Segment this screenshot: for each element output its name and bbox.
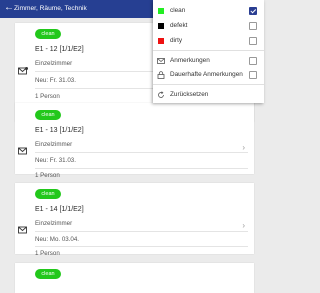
menu-divider bbox=[153, 50, 264, 51]
status-color-swatch bbox=[158, 8, 164, 14]
filter-item-label: defekt bbox=[170, 22, 188, 29]
envelope-with-badge-icon[interactable] bbox=[18, 67, 28, 75]
status-color-swatch bbox=[158, 23, 164, 29]
checkbox[interactable] bbox=[249, 22, 257, 30]
room-date: Neu: Mo. 03.04. bbox=[35, 236, 80, 243]
status-badge: clean bbox=[35, 189, 61, 199]
room-name: E1 - 12 [1/1/E2] bbox=[35, 46, 84, 53]
filter-item-clean[interactable]: clean bbox=[153, 4, 264, 18]
reset-label: Zurücksetzen bbox=[170, 91, 209, 98]
room-card[interactable]: clean E1 - 13 [1/1/E2] Einzelzimmer Neu:… bbox=[15, 103, 254, 179]
divider bbox=[35, 168, 248, 169]
filter-item-label: Dauerhafte Anmerkungen bbox=[170, 71, 243, 78]
divider bbox=[35, 152, 248, 153]
chevron-right-icon[interactable]: › bbox=[242, 221, 245, 230]
room-name: E1 - 14 [1/1/E2] bbox=[35, 206, 84, 213]
envelope-icon bbox=[157, 58, 165, 64]
filter-item-defekt[interactable]: defekt bbox=[153, 19, 264, 33]
back-arrow-icon[interactable]: ← bbox=[4, 3, 14, 13]
room-type: Einzelzimmer bbox=[35, 60, 73, 67]
filter-item-label: Anmerkungen bbox=[170, 57, 210, 64]
refresh-icon bbox=[158, 91, 164, 98]
room-name: E1 - 13 [1/1/E2] bbox=[35, 127, 84, 134]
page-title: Zimmer, Räume, Technik bbox=[14, 5, 87, 12]
checkbox[interactable] bbox=[249, 37, 257, 45]
filter-item-label: clean bbox=[170, 7, 186, 14]
checkbox[interactable] bbox=[249, 57, 257, 65]
status-badge: clean bbox=[35, 29, 61, 39]
status-color-swatch bbox=[158, 38, 164, 44]
room-persons: 1 Person bbox=[35, 93, 60, 100]
filter-menu: clean defekt dirty Anmerkungen Dauerhaft… bbox=[153, 0, 264, 103]
room-card[interactable]: clean E1 - 14 [1/1/E2] Einzelzimmer Neu:… bbox=[15, 183, 254, 257]
reset-filter-item[interactable]: Zurücksetzen bbox=[153, 88, 264, 102]
room-date: Neu: Fr. 31.03. bbox=[35, 157, 76, 164]
divider bbox=[35, 231, 248, 232]
room-type: Einzelzimmer bbox=[35, 220, 73, 227]
filter-item-annotations[interactable]: Anmerkungen bbox=[153, 54, 264, 68]
lock-icon bbox=[157, 71, 165, 79]
status-badge: clean bbox=[35, 110, 61, 120]
room-persons: 1 Person bbox=[35, 172, 60, 179]
chevron-right-icon[interactable]: › bbox=[242, 143, 245, 152]
room-date: Neu: Fr. 31.03. bbox=[35, 77, 76, 84]
room-persons: 1 Person bbox=[35, 250, 60, 257]
envelope-icon[interactable] bbox=[18, 226, 28, 234]
divider bbox=[35, 246, 248, 247]
filter-item-label: dirty bbox=[170, 37, 183, 44]
room-card[interactable]: clean bbox=[15, 263, 254, 293]
envelope-icon[interactable] bbox=[18, 147, 28, 155]
filter-item-dirty[interactable]: dirty bbox=[153, 34, 264, 48]
checkbox[interactable] bbox=[249, 71, 257, 79]
checkbox-checked[interactable] bbox=[249, 7, 257, 15]
filter-item-permanent-annotations[interactable]: Dauerhafte Anmerkungen bbox=[153, 68, 264, 82]
room-type: Einzelzimmer bbox=[35, 141, 73, 148]
menu-divider bbox=[153, 84, 264, 85]
status-badge: clean bbox=[35, 269, 61, 279]
